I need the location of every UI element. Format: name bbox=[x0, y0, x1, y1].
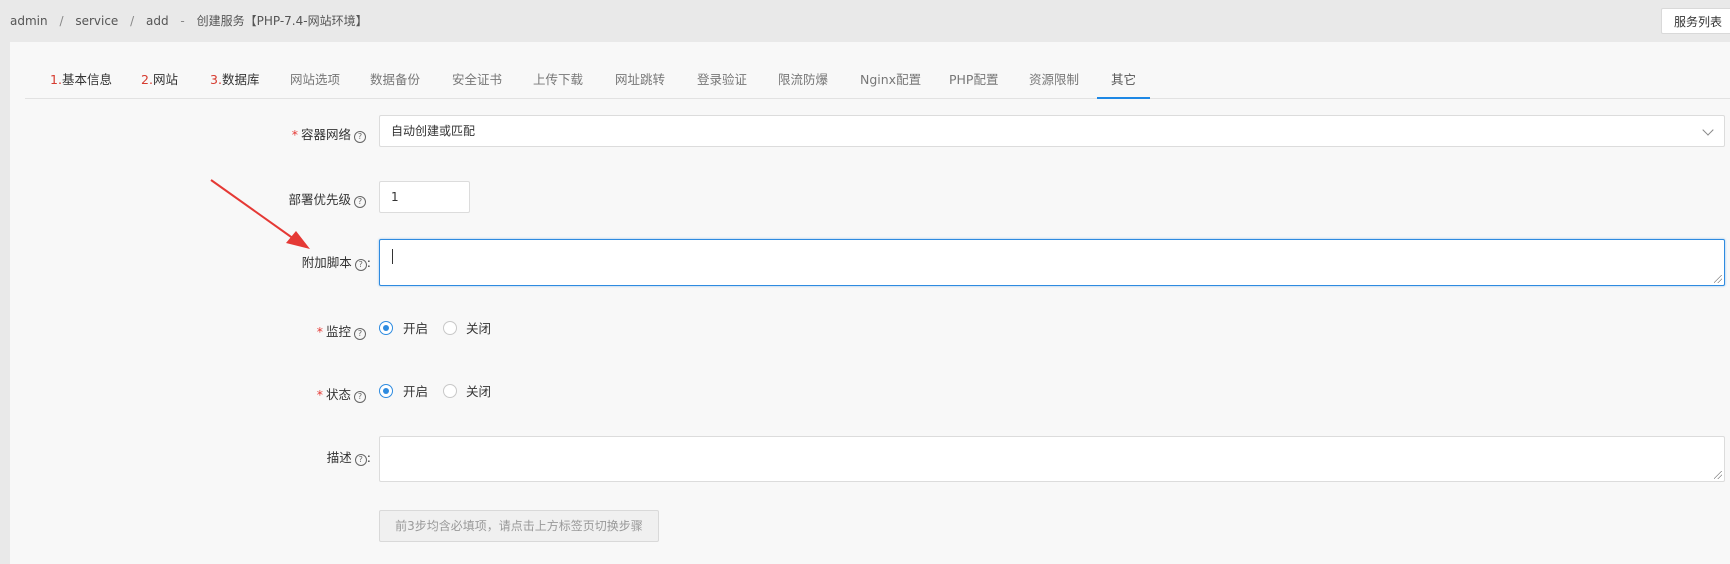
tab-website-options[interactable]: 网站选项 bbox=[290, 62, 340, 98]
breadcrumb-separator: / bbox=[130, 14, 135, 28]
tab-resource-limit[interactable]: 资源限制 bbox=[1029, 62, 1079, 98]
help-icon[interactable]: ? bbox=[354, 454, 367, 466]
monitor-label: * 监控? bbox=[36, 321, 366, 340]
tab-ssl-certificate[interactable]: 安全证书 bbox=[452, 62, 502, 98]
network-select-value: 自动创建或匹配 bbox=[391, 124, 476, 138]
tab-number: 2. bbox=[141, 72, 153, 87]
label-colon: : bbox=[366, 450, 371, 465]
status-off-label[interactable]: 关闭 bbox=[466, 384, 491, 399]
script-label: 附加脚本?: bbox=[41, 252, 371, 271]
description-label: 描述?: bbox=[41, 447, 371, 466]
help-icon[interactable]: ? bbox=[354, 196, 366, 208]
tab-number: 3. bbox=[210, 72, 222, 87]
tab-label: 基本信息 bbox=[61, 72, 112, 87]
resize-handle-icon[interactable] bbox=[1714, 471, 1722, 479]
monitor-on-label[interactable]: 开启 bbox=[403, 321, 428, 336]
tab-nginx-config[interactable]: Nginx配置 bbox=[860, 62, 921, 98]
status-on-label[interactable]: 开启 bbox=[403, 384, 428, 399]
tab-data-backup[interactable]: 数据备份 bbox=[370, 62, 420, 98]
required-mark: * bbox=[291, 127, 298, 142]
service-list-button[interactable]: 服务列表 bbox=[1661, 8, 1730, 34]
monitor-off-radio[interactable] bbox=[443, 321, 457, 335]
top-bar: admin / service / add - 创建服务【PHP-7.4-网站环… bbox=[0, 0, 1730, 40]
label-colon: : bbox=[366, 255, 371, 270]
required-mark: * bbox=[316, 324, 323, 339]
required-mark: * bbox=[316, 387, 323, 402]
tab-label: 网站 bbox=[152, 72, 178, 87]
script-label-text: 附加脚本 bbox=[301, 255, 352, 270]
tab-website[interactable]: 2.网站 bbox=[141, 62, 178, 98]
network-select[interactable]: 自动创建或匹配 bbox=[379, 115, 1725, 147]
tab-label: 数据库 bbox=[221, 72, 260, 87]
priority-label-text: 部署优先级 bbox=[288, 192, 351, 207]
breadcrumb: admin / service / add - 创建服务【PHP-7.4-网站环… bbox=[10, 12, 368, 29]
breadcrumb-add: add bbox=[146, 14, 169, 28]
tab-number: 1. bbox=[50, 72, 62, 87]
resize-handle-icon[interactable] bbox=[1714, 275, 1722, 283]
monitor-off-label[interactable]: 关闭 bbox=[466, 321, 491, 336]
tab-database[interactable]: 3.数据库 bbox=[210, 62, 259, 98]
status-label-text: 状态 bbox=[325, 387, 351, 402]
help-icon[interactable]: ? bbox=[354, 131, 366, 143]
tab-rate-limit[interactable]: 限流防爆 bbox=[778, 62, 828, 98]
breadcrumb-dash: - bbox=[180, 14, 185, 28]
help-icon[interactable]: ? bbox=[354, 391, 366, 403]
status-on-radio[interactable] bbox=[379, 384, 393, 398]
tab-login-auth[interactable]: 登录验证 bbox=[697, 62, 747, 98]
text-caret bbox=[392, 249, 393, 264]
help-icon[interactable]: ? bbox=[354, 259, 367, 271]
help-icon[interactable]: ? bbox=[354, 328, 366, 340]
priority-label: 部署优先级? bbox=[36, 189, 366, 208]
page-title: 创建服务【PHP-7.4-网站环境】 bbox=[196, 14, 368, 28]
script-textarea[interactable] bbox=[379, 239, 1725, 286]
priority-input[interactable]: 1 bbox=[379, 181, 470, 213]
tab-other[interactable]: 其它 bbox=[1096, 62, 1151, 99]
tab-url-redirect[interactable]: 网址跳转 bbox=[615, 62, 665, 98]
network-label-text: 容器网络 bbox=[300, 127, 351, 142]
tab-bar: 1.基本信息 2.网站 3.数据库 网站选项 数据备份 安全证书 上传下载 网址… bbox=[25, 62, 1730, 99]
chevron-down-icon bbox=[1702, 124, 1714, 136]
submit-button[interactable]: 前3步均含必填项，请点击上方标签页切换步骤 bbox=[379, 510, 659, 542]
description-textarea[interactable] bbox=[379, 436, 1725, 482]
tab-php-config[interactable]: PHP配置 bbox=[949, 62, 998, 98]
tab-basic-info[interactable]: 1.基本信息 bbox=[50, 62, 112, 98]
description-label-text: 描述 bbox=[326, 450, 352, 465]
monitor-on-radio[interactable] bbox=[379, 321, 393, 335]
breadcrumb-separator: / bbox=[59, 14, 64, 28]
status-off-radio[interactable] bbox=[443, 384, 457, 398]
breadcrumb-service[interactable]: service bbox=[75, 14, 118, 28]
status-label: * 状态? bbox=[36, 384, 366, 403]
tab-upload-download[interactable]: 上传下载 bbox=[533, 62, 583, 98]
monitor-label-text: 监控 bbox=[325, 324, 351, 339]
network-label: * 容器网络? bbox=[36, 124, 366, 143]
breadcrumb-admin[interactable]: admin bbox=[10, 14, 48, 28]
